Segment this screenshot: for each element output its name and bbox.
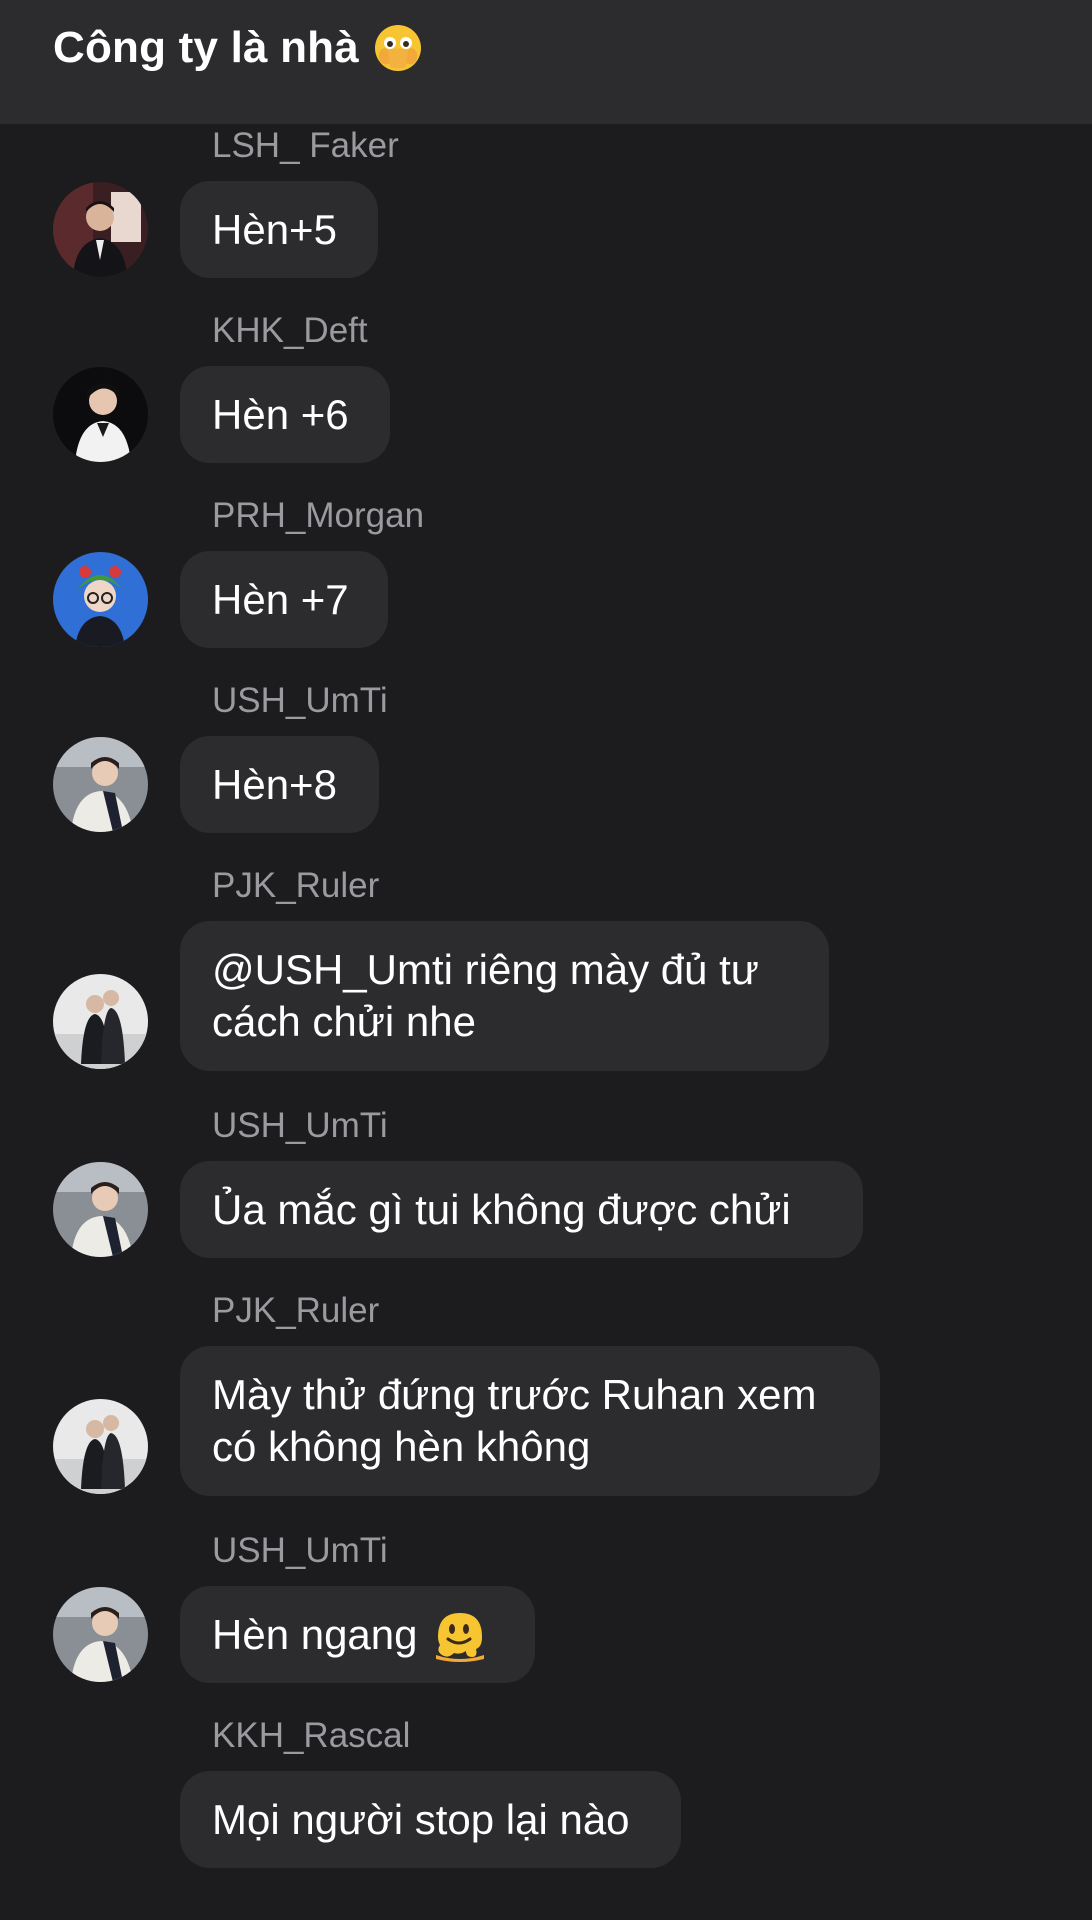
message-bubble[interactable]: Hèn+8: [180, 736, 379, 833]
melting-face-emoji-icon: [432, 1607, 488, 1663]
message-bubble[interactable]: Hèn+5: [180, 181, 378, 278]
message-text: Ủa mắc gì tui không được chửi: [212, 1185, 791, 1233]
message-text: Mọi người stop lại nào: [212, 1795, 630, 1843]
avatar-umti[interactable]: [53, 1587, 148, 1682]
message-bubble[interactable]: Hèn ngang: [180, 1586, 535, 1683]
sender-name: USH_UmTi: [212, 681, 388, 720]
message-text: Hèn ngang: [212, 1610, 418, 1658]
chat-title-text: Công ty là nhà: [53, 23, 359, 72]
message-list[interactable]: LSH_ Faker Hèn+5 KHK_Deft Hèn +6 PRH_Mor…: [0, 124, 1092, 1920]
hand-over-mouth-emoji-icon: [373, 23, 423, 73]
message-bubble[interactable]: Hèn +7: [180, 551, 388, 648]
avatar-faker[interactable]: [53, 182, 148, 277]
sender-name: PJK_Ruler: [212, 1291, 380, 1330]
avatar-umti[interactable]: [53, 737, 148, 832]
message-bubble[interactable]: Ủa mắc gì tui không được chửi: [180, 1161, 863, 1258]
sender-name: PJK_Ruler: [212, 866, 380, 905]
avatar-deft[interactable]: [53, 367, 148, 462]
message-text: Mày thử đứng trước Ruhan xem có không hè…: [212, 1371, 817, 1470]
avatar-ruler[interactable]: [53, 1399, 148, 1494]
avatar-umti[interactable]: [53, 1162, 148, 1257]
sender-name: USH_UmTi: [212, 1106, 388, 1145]
chat-header: Công ty là nhà: [0, 0, 1092, 124]
sender-name: USH_UmTi: [212, 1531, 388, 1570]
sender-name: PRH_Morgan: [212, 496, 425, 535]
message-bubble[interactable]: Mày thử đứng trước Ruhan xem có không hè…: [180, 1346, 880, 1496]
message-bubble[interactable]: Mọi người stop lại nào: [180, 1771, 681, 1868]
sender-name: KKH_Rascal: [212, 1716, 411, 1755]
message-text: Hèn+8: [212, 760, 337, 808]
message-text: @USH_Umti riêng mày đủ tư cách chửi nhe: [212, 946, 759, 1045]
message-text: Hèn +7: [212, 575, 349, 623]
avatar-ruler[interactable]: [53, 974, 148, 1069]
message-bubble[interactable]: Hèn +6: [180, 366, 390, 463]
chat-title[interactable]: Công ty là nhà: [53, 18, 423, 78]
message-bubble[interactable]: @USH_Umti riêng mày đủ tư cách chửi nhe: [180, 921, 829, 1071]
message-text: Hèn +6: [212, 390, 349, 438]
sender-name: KHK_Deft: [212, 311, 368, 350]
message-text: Hèn+5: [212, 205, 337, 253]
avatar-morgan[interactable]: [53, 552, 148, 647]
sender-name: LSH_ Faker: [212, 126, 399, 165]
